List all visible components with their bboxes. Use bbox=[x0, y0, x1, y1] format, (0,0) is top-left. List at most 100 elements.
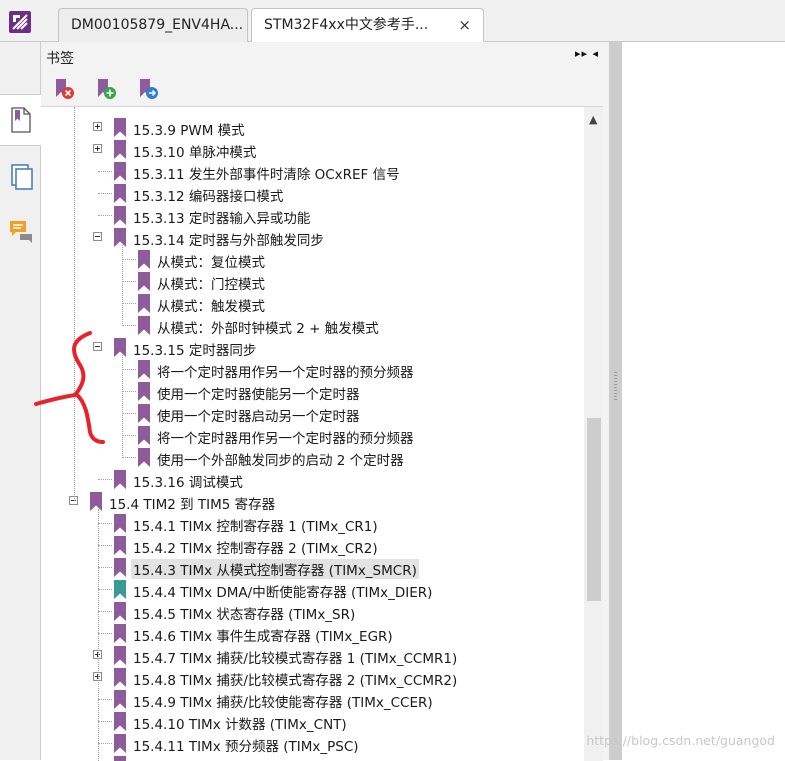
bookmarks-panel: 书签 ▸▸ ◂ 15.3.9 PWM 模式 15.3.10 单脉冲模式 15.3.1… bbox=[41, 42, 609, 761]
bookmark-label: 15.3.12 编码器接口模式 bbox=[133, 189, 284, 205]
tree-connector bbox=[98, 633, 112, 635]
bookmark-icon bbox=[114, 206, 126, 225]
bookmark-label: 从模式：门控模式 bbox=[157, 277, 265, 293]
bookmark-icon bbox=[138, 250, 150, 269]
bookmark-icon bbox=[114, 140, 126, 159]
bookmark-icon bbox=[138, 382, 150, 401]
tree-connector bbox=[122, 391, 136, 393]
bookmark-tree-item[interactable]: 15.3.12 编码器接口模式 bbox=[41, 183, 581, 205]
close-tab-icon[interactable]: × bbox=[458, 9, 471, 41]
bookmark-icon bbox=[114, 184, 126, 203]
bookmark-icon bbox=[114, 338, 126, 357]
tab-label: STM32F4xx中文参考手... bbox=[264, 17, 429, 33]
bookmark-tree-item[interactable]: 15.4.11 TIMx 预分频器 (TIMx_PSC) bbox=[41, 733, 581, 755]
tree-connector bbox=[122, 245, 124, 326]
bookmark-icon bbox=[138, 272, 150, 291]
document-view bbox=[622, 42, 785, 760]
bookmark-icon bbox=[114, 756, 126, 761]
bookmark-label: 15.4.2 TIMx 控制寄存器 2 (TIMx_CR2) bbox=[133, 541, 378, 557]
bookmark-label: 15.3.16 调试模式 bbox=[133, 475, 243, 491]
bookmark-icon bbox=[114, 118, 126, 137]
remove-bookmark-icon[interactable] bbox=[53, 78, 75, 102]
bookmark-label: 15.3.10 单脉冲模式 bbox=[133, 145, 257, 161]
panel-splitter[interactable] bbox=[609, 42, 622, 760]
collapse-icon[interactable] bbox=[93, 232, 102, 241]
bookmark-label: 15.4.4 TIMx DMA/中断使能寄存器 (TIMx_DIER) bbox=[133, 585, 433, 601]
tree-connector bbox=[98, 479, 112, 481]
bookmark-tree-item[interactable]: 15.4.1 TIMx 控制寄存器 1 (TIMx_CR1) bbox=[41, 513, 581, 535]
tree-connector bbox=[98, 509, 100, 761]
bookmark-label: 15.4.8 TIMx 捕获/比较模式寄存器 2 (TIMx_CCMR2) bbox=[133, 673, 458, 689]
bookmark-label: 15.3.11 发生外部事件时清除 OCxREF 信号 bbox=[133, 167, 400, 183]
bookmark-label: 15.4.3 TIMx 从模式控制寄存器 (TIMx_SMCR) bbox=[131, 559, 419, 579]
pages-panel-icon[interactable] bbox=[10, 163, 34, 191]
tab-label: DM00105879_ENV4HA... bbox=[71, 17, 244, 33]
tree-scrollbar[interactable]: ▲ bbox=[584, 107, 603, 761]
splitter-grip-icon bbox=[614, 372, 617, 402]
bookmark-tree-item[interactable]: 15.4.4 TIMx DMA/中断使能寄存器 (TIMx_DIER) bbox=[41, 579, 581, 601]
tab-document-1[interactable]: DM00105879_ENV4HA... bbox=[58, 8, 248, 42]
comments-panel-icon[interactable] bbox=[8, 218, 36, 246]
bookmark-toolbar bbox=[41, 72, 609, 106]
bookmark-label: 从模式：触发模式 bbox=[157, 299, 265, 315]
bookmark-tree-item[interactable]: 15.4.8 TIMx 捕获/比较模式寄存器 2 (TIMx_CCMR2) bbox=[41, 667, 581, 689]
tree-connector bbox=[122, 435, 136, 437]
tree-connector bbox=[122, 259, 136, 261]
bookmark-tree-item[interactable]: 15.4 TIM2 到 TIM5 寄存器 bbox=[41, 491, 581, 513]
bookmark-icon bbox=[114, 558, 126, 577]
bookmark-label: 15.3.9 PWM 模式 bbox=[133, 123, 245, 139]
bookmarks-panel-button[interactable] bbox=[0, 94, 41, 146]
tree-connector bbox=[122, 281, 136, 283]
add-bookmark-icon[interactable] bbox=[95, 78, 117, 102]
bookmark-label: 15.3.15 定时器同步 bbox=[133, 343, 257, 359]
bookmark-icon bbox=[138, 316, 150, 335]
panel-title: 书签 bbox=[46, 51, 74, 67]
tree-connector bbox=[98, 699, 112, 701]
bookmark-label: 15.3.13 定时器输入异或功能 bbox=[133, 211, 311, 227]
bookmark-icon bbox=[114, 690, 126, 709]
bookmark-icon bbox=[114, 602, 126, 621]
tree-connector bbox=[74, 107, 76, 501]
bookmark-label: 15.4.11 TIMx 预分频器 (TIMx_PSC) bbox=[133, 739, 359, 755]
tree-connector bbox=[98, 743, 112, 745]
bookmark-icon bbox=[138, 448, 150, 467]
bookmark-icon bbox=[114, 580, 126, 599]
tree-connector bbox=[98, 171, 112, 173]
expand-icon[interactable] bbox=[93, 122, 102, 131]
bookmark-tree-item[interactable]: 15.3.10 单脉冲模式 bbox=[41, 139, 581, 161]
bookmark-tree-item[interactable]: 15.4.12 TIMx 自动重载寄存器 (TIMx_ARR) bbox=[41, 755, 581, 761]
bookmark-tree-item[interactable]: 15.3.9 PWM 模式 bbox=[41, 117, 581, 139]
tree-connector bbox=[98, 721, 112, 723]
watermark: https://blog.csdn.net/guangod bbox=[586, 733, 775, 748]
bookmark-tree-item[interactable]: 15.4.2 TIMx 控制寄存器 2 (TIMx_CR2) bbox=[41, 535, 581, 557]
bookmark-tree-item[interactable]: 15.3.11 发生外部事件时清除 OCxREF 信号 bbox=[41, 161, 581, 183]
bookmark-tree-item[interactable]: 15.4.10 TIMx 计数器 (TIMx_CNT) bbox=[41, 711, 581, 733]
bookmark-tree-item[interactable]: 15.4.3 TIMx 从模式控制寄存器 (TIMx_SMCR) bbox=[41, 557, 581, 579]
tree-connector bbox=[98, 611, 112, 613]
tree-connector bbox=[98, 523, 112, 525]
bookmark-label: 从模式：复位模式 bbox=[157, 255, 265, 271]
go-to-bookmark-icon[interactable] bbox=[137, 78, 159, 102]
panel-collapse-button[interactable]: ▸▸ ◂ bbox=[575, 47, 599, 60]
bookmark-label: 15.3.14 定时器与外部触发同步 bbox=[133, 233, 324, 249]
bookmark-label: 15.4.5 TIMx 状态寄存器 (TIMx_SR) bbox=[133, 607, 356, 623]
bookmark-tree-item[interactable]: 15.4.9 TIMx 捕获/比较使能寄存器 (TIMx_CCER) bbox=[41, 689, 581, 711]
tab-document-2[interactable]: STM32F4xx中文参考手... × bbox=[251, 8, 484, 43]
tree-connector bbox=[98, 589, 112, 591]
side-panel-strip bbox=[0, 42, 41, 760]
bookmark-icon bbox=[138, 426, 150, 445]
collapse-icon[interactable] bbox=[93, 342, 102, 351]
bookmark-tree-item[interactable]: 15.4.5 TIMx 状态寄存器 (TIMx_SR) bbox=[41, 601, 581, 623]
expand-icon[interactable] bbox=[93, 144, 102, 153]
bookmark-tree-item[interactable]: 15.3.13 定时器输入异或功能 bbox=[41, 205, 581, 227]
scrollbar-thumb[interactable] bbox=[587, 418, 601, 601]
bookmark-label: 使用一个定时器启动另一个定时器 bbox=[157, 409, 360, 425]
bookmark-icon bbox=[114, 646, 126, 665]
bookmark-tree-item[interactable]: 15.4.6 TIMx 事件生成寄存器 (TIMx_EGR) bbox=[41, 623, 581, 645]
bookmark-tree-item[interactable]: 15.3.16 调试模式 bbox=[41, 469, 581, 491]
bookmark-tree-item[interactable]: 15.4.7 TIMx 捕获/比较模式寄存器 1 (TIMx_CCMR1) bbox=[41, 645, 581, 667]
scroll-up-icon[interactable]: ▲ bbox=[589, 113, 597, 126]
bookmark-label: 使用一个定时器使能另一个定时器 bbox=[157, 387, 360, 403]
bookmark-label: 15.4.12 TIMx 自动重载寄存器 (TIMx_ARR) bbox=[133, 757, 401, 761]
bookmark-label: 使用一个外部触发同步的启动 2 个定时器 bbox=[157, 453, 404, 469]
